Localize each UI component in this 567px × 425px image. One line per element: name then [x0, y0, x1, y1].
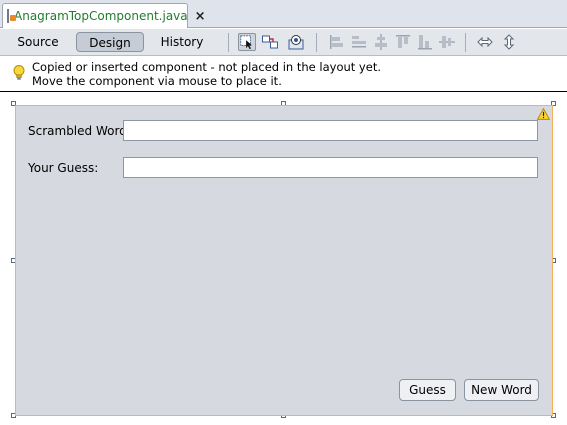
your-guess-field[interactable]: [123, 157, 538, 178]
close-tab-icon[interactable]: ×: [195, 9, 206, 24]
connection-mode-icon[interactable]: [261, 33, 279, 51]
new-word-button[interactable]: New Word: [464, 379, 539, 401]
scrambled-word-field[interactable]: [123, 120, 538, 141]
lightbulb-icon: [13, 65, 25, 80]
resize-vertical-icon[interactable]: [500, 33, 518, 51]
info-notice: Copied or inserted component - not place…: [0, 56, 567, 92]
design-tab[interactable]: Design: [76, 32, 144, 52]
editor-toolbar: Source Design History: [0, 29, 567, 56]
source-tab[interactable]: Source: [10, 32, 66, 52]
align-bottom-icon[interactable]: [416, 33, 434, 51]
file-tab[interactable]: AnagramTopComponent.java ×: [2, 3, 206, 28]
align-right-icon[interactable]: [350, 33, 368, 51]
center-horizontally-icon[interactable]: [372, 33, 390, 51]
center-vertically-icon[interactable]: [438, 33, 456, 51]
notice-line-2: Move the component via mouse to place it…: [32, 74, 282, 88]
notice-line-1: Copied or inserted component - not place…: [32, 60, 381, 74]
toolbar-separator: [465, 33, 466, 52]
preview-design-icon[interactable]: [287, 33, 305, 51]
guess-button[interactable]: Guess: [399, 379, 456, 401]
toolbar-separator: [228, 33, 229, 52]
file-tab-label: AnagramTopComponent.java: [14, 9, 188, 23]
history-tab[interactable]: History: [150, 32, 214, 52]
design-canvas[interactable]: Scrambled Word: Your Guess: Guess New Wo…: [0, 92, 567, 425]
editor-tab-strip: AnagramTopComponent.java ×: [0, 0, 567, 28]
scrambled-word-label: Scrambled Word:: [28, 124, 131, 138]
align-left-icon[interactable]: [328, 33, 346, 51]
toolbar-separator: [316, 33, 317, 52]
resize-horizontal-icon[interactable]: [476, 33, 494, 51]
java-file-icon: [7, 9, 16, 23]
form-panel[interactable]: Scrambled Word: Your Guess: Guess New Wo…: [15, 105, 553, 416]
warning-icon: [537, 108, 550, 120]
align-top-icon[interactable]: [394, 33, 412, 51]
selection-mode-icon[interactable]: [238, 33, 256, 51]
your-guess-label: Your Guess:: [28, 161, 99, 175]
